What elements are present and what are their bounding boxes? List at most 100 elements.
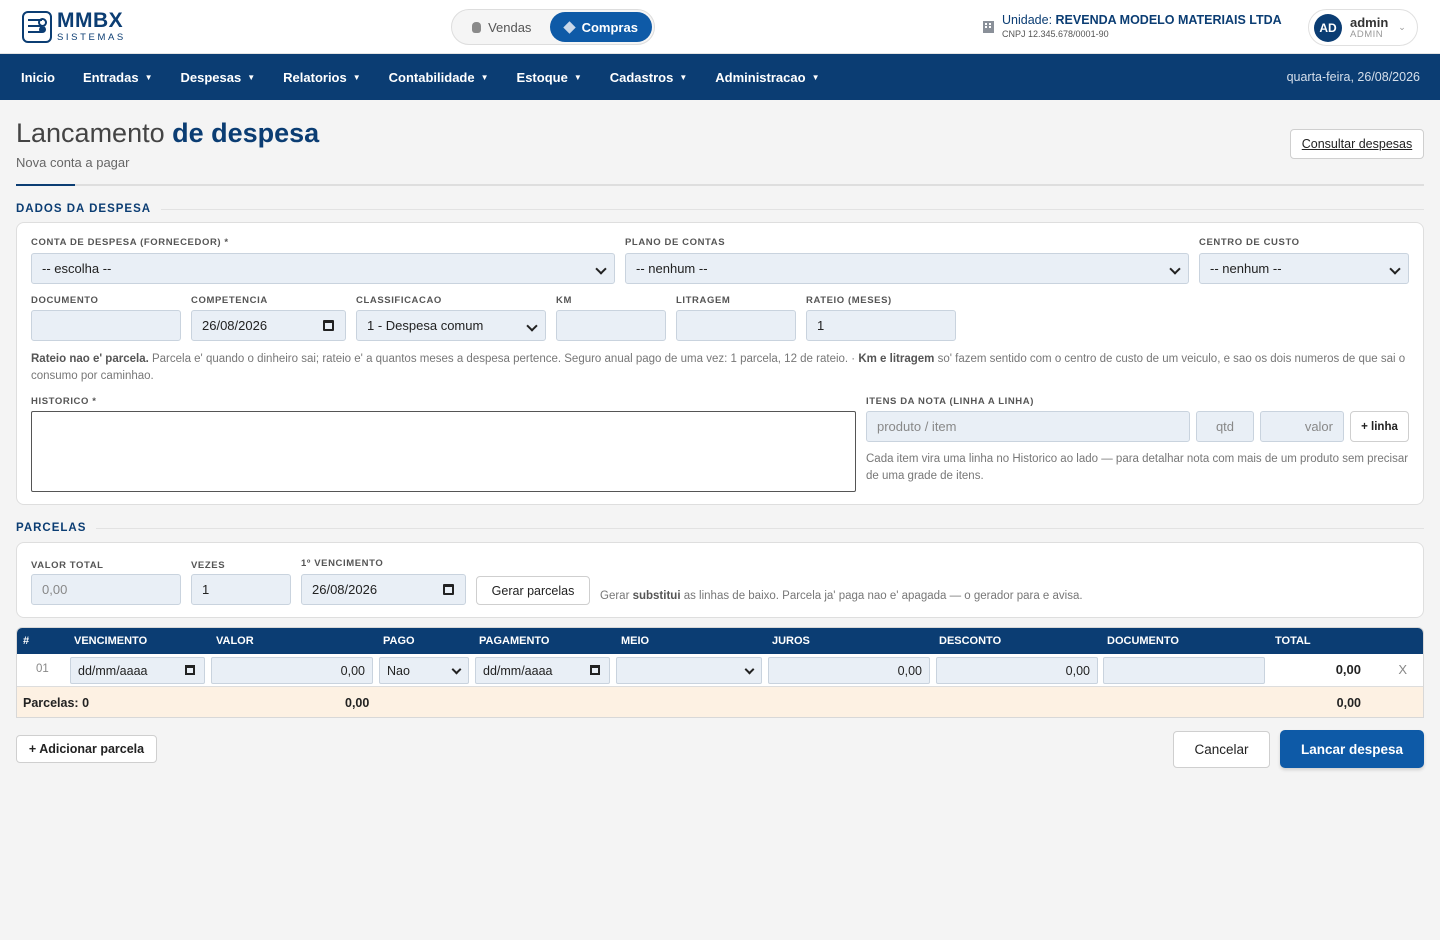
nav-item-estoque[interactable]: Estoque ▼ [517,70,582,85]
conta-label: CONTA DE DESPESA (FORNECEDOR) * [31,237,229,248]
mode-toggle: Vendas Compras [451,9,655,45]
help-bold: Rateio nao e' parcela. [31,353,149,365]
row-pagamento-input[interactable]: dd/mm/aaaa [475,657,610,684]
caret-down-icon: ▼ [247,72,256,82]
primeiro-vencimento-input[interactable]: 26/08/2026 [301,574,466,605]
nav-label: Contabilidade [388,69,475,85]
help-text: Parcela e' quando o dinheiro sai; rateio… [148,353,859,365]
page-title: Lancamento de despesa [16,118,1424,149]
calendar-icon[interactable] [323,320,334,331]
gerar-parcelas-button[interactable]: Gerar parcelas [476,576,590,605]
vencimento-placeholder: dd/mm/aaaa [78,663,148,678]
parcelas-count: Parcelas: 0 [23,696,90,710]
item-valor-input[interactable]: valor [1260,411,1344,442]
competencia-date-input[interactable]: 26/08/2026 [191,310,346,341]
row-number: 01 [36,663,49,675]
nav-item-entradas[interactable]: Entradas ▼ [83,70,153,85]
centro-value: -- nenhum -- [1210,261,1282,276]
km-label: KM [556,295,572,306]
gerar-help-text: Gerar substitui as linhas de baixo. Parc… [600,588,1300,605]
brand-logo[interactable]: MMBX SISTEMAS [22,10,126,43]
col-header-documento: DOCUMENTO [1107,635,1179,647]
user-name: admin [1350,14,1389,30]
money-bag-icon [472,21,482,33]
col-header-pago: PAGO [383,635,415,647]
user-menu[interactable]: AD admin ADMIN ⌄ [1308,9,1418,46]
nav-item-administracao[interactable]: Administracao ▼ [715,70,819,85]
classificacao-select[interactable]: 1 - Despesa comum [356,310,546,341]
documento-label: DOCUMENTO [31,295,99,306]
row-desconto-input[interactable]: 0,00 [936,657,1098,684]
row-pago-select[interactable]: Nao [379,657,469,684]
pagamento-placeholder: dd/mm/aaaa [483,663,553,678]
classificacao-value: 1 - Despesa comum [367,318,484,333]
mode-vendas-button[interactable]: Vendas [454,12,550,42]
rateio-help-text: Rateio nao e' parcela. Parcela e' quando… [31,351,1409,385]
brand-tagline: SISTEMAS [57,32,126,44]
add-parcela-button[interactable]: + Adicionar parcela [16,735,157,763]
nav-item-relatorios[interactable]: Relatorios ▼ [283,70,361,85]
main-nav: Inicio Entradas ▼ Despesas ▼ Relatorios ▼ C… [0,54,1440,100]
item-produto-input[interactable]: produto / item [866,411,1190,442]
itens-label: ITENS DA NOTA (LINHA A LINHA) [866,396,1034,407]
help-text: as linhas de baixo. Parcela ja' paga nao… [680,590,1083,602]
plano-select[interactable]: -- nenhum -- [625,253,1189,284]
km-input[interactable] [556,310,666,341]
calendar-icon[interactable] [185,665,195,675]
add-linha-button[interactable]: + linha [1350,411,1409,442]
page-subtitle: Nova conta a pagar [16,155,130,170]
nav-item-despesas[interactable]: Despesas ▼ [181,70,256,85]
litragem-input[interactable] [676,310,796,341]
nav-label: Inicio [21,69,55,85]
vezes-input[interactable]: 1 [191,574,291,605]
historico-textarea[interactable] [31,411,856,492]
rateio-label: RATEIO (MESES) [806,295,892,306]
caret-down-icon: ▼ [679,72,688,82]
row-vencimento-input[interactable]: dd/mm/aaaa [70,657,205,684]
rateio-input[interactable]: 1 [806,310,956,341]
centro-select[interactable]: -- nenhum -- [1199,253,1409,284]
nav-item-contabilidade[interactable]: Contabilidade ▼ [389,70,489,85]
nav-label: Cadastros [609,69,674,85]
conta-select[interactable]: -- escolha -- [31,253,615,284]
documento-input[interactable] [31,310,181,341]
caret-down-icon: ▼ [811,72,820,82]
lancar-despesa-button[interactable]: Lancar despesa [1280,730,1424,768]
row-valor-input[interactable]: 0,00 [211,657,373,684]
nav-label: Entradas [82,69,139,85]
calendar-icon[interactable] [443,584,454,595]
col-header-desconto: DESCONTO [939,635,1002,647]
nav-item-inicio[interactable]: Inicio [21,70,55,85]
nav-item-cadastros[interactable]: Cadastros ▼ [610,70,688,85]
consultar-despesas-button[interactable]: Consultar despesas [1290,129,1424,159]
nav-label: Despesas [180,69,242,85]
row-meio-select[interactable] [616,657,762,684]
current-date: quarta-feira, 26/08/2026 [1286,70,1420,84]
litragem-label: LITRAGEM [676,295,731,306]
remove-row-button[interactable]: X [1398,662,1407,677]
table-header: # VENCIMENTO VALOR PAGO PAGAMENTO MEIO J… [17,628,1423,654]
valor-total-placeholder: 0,00 [42,582,68,597]
dados-card: CONTA DE DESPESA (FORNECEDOR) * -- escol… [16,222,1424,505]
logo-icon [22,10,52,43]
avatar: AD [1314,13,1342,42]
valor-total-input[interactable]: 0,00 [31,574,181,605]
item-qtd-input[interactable]: qtd [1196,411,1254,442]
row-documento-input[interactable] [1103,657,1265,684]
cancel-button[interactable]: Cancelar [1173,731,1270,768]
top-bar: MMBX SISTEMAS Vendas Compras Unidade: RE… [0,0,1440,54]
section-label: PARCELAS [16,522,87,534]
table-footer: Parcelas: 0 0,00 0,00 [17,687,1423,717]
total-sum: 0,00 [1336,696,1361,710]
unit-info: Unidade: REVENDA MODELO MATERIAIS LTDA C… [983,13,1282,39]
row-juros-input[interactable]: 0,00 [768,657,930,684]
unit-label: Unidade: [1002,13,1053,27]
building-icon [983,21,994,33]
col-header-num: # [23,635,30,647]
valor-placeholder: valor [1304,419,1333,434]
pago-value: Nao [387,663,410,678]
col-header-vencimento: VENCIMENTO [74,635,148,647]
calendar-icon[interactable] [590,665,600,675]
mode-compras-button[interactable]: Compras [549,12,652,42]
vezes-label: VEZES [191,560,226,571]
